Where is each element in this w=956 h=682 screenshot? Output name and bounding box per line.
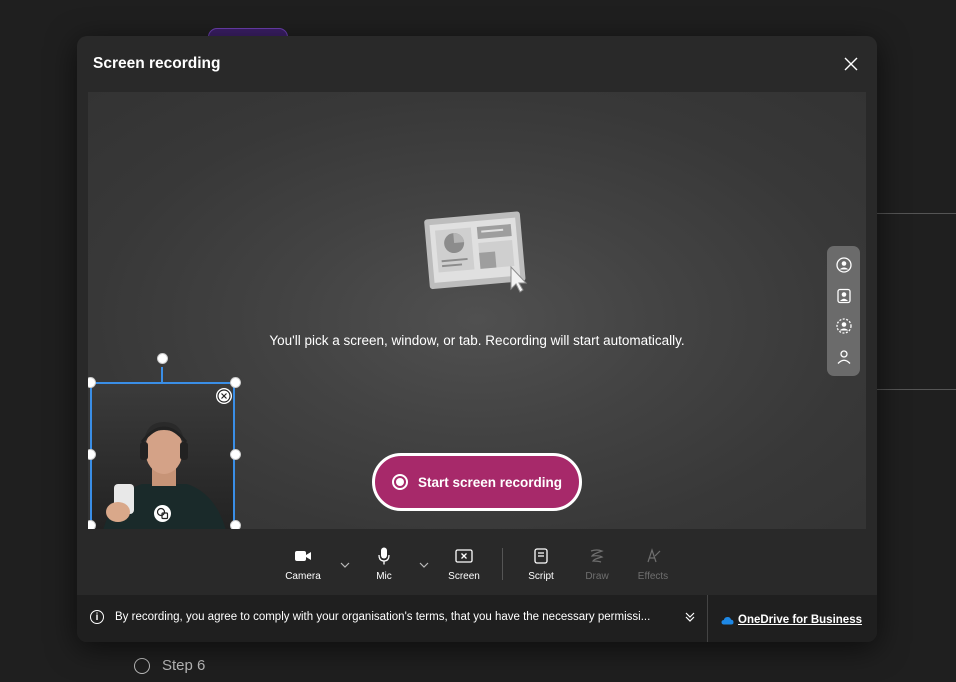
camera-layout-circle-icon [835,257,852,273]
background-step-item[interactable]: Step 6 [134,657,205,674]
toolbar-divider [502,548,503,580]
effects-label: Effects [637,571,669,582]
close-icon [844,57,858,71]
camera-layout-cutout-icon [835,318,852,334]
mic-button[interactable]: Mic [361,546,407,582]
background-divider [876,213,956,214]
start-screen-recording-button[interactable]: Start screen recording [372,453,582,511]
recording-preview-area: You'll pick a screen, window, or tab. Re… [88,92,866,529]
rotate-stem [161,367,163,382]
draw-icon [590,549,604,563]
camera-layout-portrait-button[interactable] [833,285,855,307]
recording-toolbar: Camera Mic Screen Script Draw Effects [77,536,877,594]
info-icon: i [90,610,104,624]
camera-layout-portrait-icon [836,288,851,303]
screen-button[interactable]: Screen [441,546,487,582]
start-button-label: Start screen recording [417,474,563,490]
effects-icon [647,548,661,563]
onedrive-storage-link[interactable]: OneDrive for Business [738,614,862,626]
close-circle-icon [217,389,231,403]
screen-share-icon [455,549,473,563]
camera-icon [295,551,311,561]
effects-button[interactable]: Effects [630,546,676,582]
chevron-down-icon [340,562,350,568]
camera-layout-person-icon [837,350,850,364]
script-button[interactable]: Script [518,546,564,582]
record-icon [391,474,408,490]
screen-recording-dialog: Screen recording You'll pick a screen, w… [77,36,877,642]
camera-layout-panel [827,246,860,376]
camera-layout-cutout-button[interactable] [833,315,855,337]
footer-divider [707,595,708,642]
step-label: Step 6 [162,657,206,674]
background-divider [876,389,956,390]
dialog-title: Screen recording [93,55,221,72]
resize-handle[interactable] [230,377,241,388]
chevron-down-icon [419,562,429,568]
script-label: Script [528,571,554,582]
terms-footer: i By recording, you agree to comply with… [77,595,877,642]
remove-camera-button[interactable] [216,388,232,404]
camera-swap-icon [156,507,169,520]
screen-share-illustration-icon [424,211,528,293]
double-chevron-down-icon [685,612,695,622]
close-button[interactable] [841,54,861,74]
step-radio-icon [134,657,150,674]
expand-notice-button[interactable] [683,610,697,624]
mic-label: Mic [376,571,392,582]
camera-options-dropdown[interactable] [338,558,352,572]
camera-layout-person-button[interactable] [833,346,855,368]
camera-layout-circle-button[interactable] [833,254,855,276]
rotate-handle[interactable] [157,353,168,364]
draw-label: Draw [585,571,609,582]
recording-hint-text: You'll pick a screen, window, or tab. Re… [269,333,685,348]
screen-label: Screen [448,571,480,582]
camera-switch-button[interactable] [154,505,171,522]
terms-notice: By recording, you agree to comply with y… [115,611,651,623]
script-icon [534,548,548,564]
resize-handle[interactable] [230,520,241,529]
onedrive-icon [721,617,734,625]
draw-button[interactable]: Draw [574,546,620,582]
camera-button[interactable]: Camera [280,546,326,582]
microphone-icon [378,547,390,565]
camera-label: Camera [285,571,321,582]
resize-handle[interactable] [230,449,241,460]
mic-options-dropdown[interactable] [417,558,431,572]
resize-handle[interactable] [88,520,96,529]
